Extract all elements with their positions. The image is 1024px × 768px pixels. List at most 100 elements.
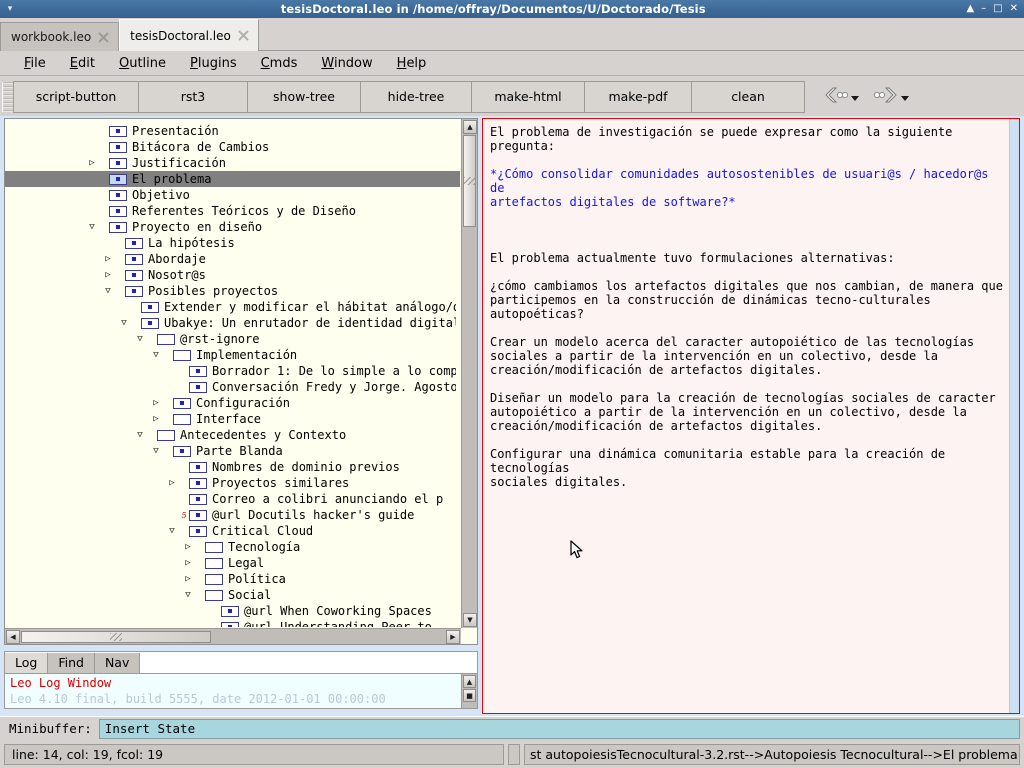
expand-arrow-icon[interactable]	[101, 270, 115, 280]
tree-node-row[interactable]: @url Understanding Peer to	[5, 619, 460, 627]
menu-edit[interactable]: Edit	[58, 54, 107, 73]
node-status-icon[interactable]	[205, 573, 223, 585]
expand-arrow-icon[interactable]	[181, 574, 195, 584]
menu-cmds[interactable]: Cmds	[249, 54, 310, 73]
log-vertical-scrollbar[interactable]: ▲ ■	[461, 674, 477, 708]
node-status-icon[interactable]	[221, 605, 239, 617]
close-icon[interactable]	[98, 31, 109, 43]
expand-arrow-icon[interactable]	[149, 414, 163, 424]
node-status-icon[interactable]	[125, 237, 143, 249]
tree-node-row[interactable]: Correo a colibri anunciando el p	[5, 491, 460, 507]
tree-node-row[interactable]: Proyecto en diseño	[5, 219, 460, 235]
scroll-left-button[interactable]: ◀	[6, 629, 20, 644]
collapse-arrow-icon[interactable]	[101, 286, 115, 296]
node-status-icon[interactable]	[109, 189, 127, 201]
clean-button[interactable]: clean	[692, 81, 804, 112]
node-status-icon[interactable]	[109, 157, 127, 169]
tree-node-row[interactable]: Tecnología	[5, 539, 460, 555]
collapse-arrow-icon[interactable]	[117, 318, 131, 328]
body-text-content[interactable]: El problema de investigación se puede ex…	[483, 119, 1009, 713]
tree-node-row[interactable]: Extender y modificar el hábitat análogo/…	[5, 299, 460, 315]
collapse-arrow-icon[interactable]	[85, 222, 99, 232]
tab-tesisdoctoral-leo[interactable]: tesisDoctoral.leo	[119, 19, 259, 51]
menu-file[interactable]: File	[12, 54, 58, 73]
node-status-icon[interactable]	[189, 381, 207, 393]
expand-arrow-icon[interactable]	[101, 254, 115, 264]
node-status-icon[interactable]	[157, 333, 175, 345]
node-status-icon[interactable]	[189, 525, 207, 537]
hide-tree-button[interactable]: hide-tree	[361, 81, 472, 112]
body-text-pane[interactable]: El problema de investigación se puede ex…	[482, 118, 1020, 714]
node-status-icon[interactable]	[189, 493, 207, 505]
tree-node-row[interactable]: Conversación Fredy y Jorge. Agosto	[5, 379, 460, 395]
node-status-icon[interactable]	[125, 285, 143, 297]
tree-node-row[interactable]: El problema	[5, 171, 460, 187]
toolbar-grip[interactable]	[2, 81, 13, 112]
scroll-down-button[interactable]: ▼	[463, 613, 477, 627]
tree-node-row[interactable]: Objetivo	[5, 187, 460, 203]
tree-node-row[interactable]: Social	[5, 587, 460, 603]
scroll-right-button[interactable]: ▶	[446, 629, 460, 644]
node-status-icon[interactable]	[109, 173, 127, 185]
tab-find[interactable]: Find	[48, 653, 95, 673]
tab-workbook-leo[interactable]: workbook.leo	[0, 22, 120, 51]
node-status-icon[interactable]	[157, 429, 175, 441]
tree-node-row[interactable]: Interface	[5, 411, 460, 427]
minimize-button[interactable]: –	[981, 0, 986, 18]
expand-arrow-icon[interactable]	[165, 478, 179, 488]
tree-node-row[interactable]: Bitácora de Cambios	[5, 139, 460, 155]
menu-plugins[interactable]: Plugins	[178, 54, 249, 73]
tree-node-row[interactable]: Critical Cloud	[5, 523, 460, 539]
node-status-icon[interactable]	[189, 477, 207, 489]
go-back-button[interactable]	[823, 86, 859, 108]
node-status-icon[interactable]	[173, 397, 191, 409]
node-status-icon[interactable]	[189, 461, 207, 473]
node-status-icon[interactable]	[205, 589, 223, 601]
node-status-icon[interactable]	[109, 125, 127, 137]
tree-node-row[interactable]: Parte Blanda	[5, 443, 460, 459]
node-status-icon[interactable]	[109, 221, 127, 233]
node-status-icon[interactable]	[109, 205, 127, 217]
chevron-down-icon[interactable]	[901, 96, 909, 101]
tree-node-row[interactable]: Ubakye: Un enrutador de identidad digita…	[5, 315, 460, 331]
tree-node-row[interactable]: Nosotr@s	[5, 267, 460, 283]
tree-node-row[interactable]: Legal	[5, 555, 460, 571]
tree-vertical-scrollbar[interactable]: ▲ ▼	[461, 119, 477, 628]
tree-node-row[interactable]: Referentes Teóricos y de Diseño	[5, 203, 460, 219]
tree-node-row[interactable]: Proyectos similares	[5, 475, 460, 491]
tree-node-row[interactable]: Presentación	[5, 123, 460, 139]
shade-button[interactable]: ▲	[966, 0, 974, 18]
tree-node-row[interactable]: Posibles proyectos	[5, 283, 460, 299]
collapse-arrow-icon[interactable]	[149, 350, 163, 360]
tree-node-row[interactable]: 5 @url Docutils hacker's guide	[5, 507, 460, 523]
node-status-icon[interactable]	[109, 141, 127, 153]
node-status-icon[interactable]	[189, 365, 207, 377]
tree-node-row[interactable]: @url When Coworking Spaces	[5, 603, 460, 619]
node-status-icon[interactable]	[221, 621, 239, 627]
close-icon[interactable]	[238, 30, 249, 41]
node-status-icon[interactable]	[189, 509, 207, 521]
show-tree-button[interactable]: show-tree	[248, 81, 361, 112]
chevron-down-icon[interactable]	[851, 96, 859, 101]
tree-node-row[interactable]: Configuración	[5, 395, 460, 411]
expand-arrow-icon[interactable]	[181, 558, 195, 568]
tree-node-row[interactable]: Política	[5, 571, 460, 587]
collapse-arrow-icon[interactable]	[181, 590, 195, 600]
node-status-icon[interactable]	[141, 301, 159, 313]
node-status-icon[interactable]	[173, 413, 191, 425]
collapse-arrow-icon[interactable]	[165, 526, 179, 536]
collapse-arrow-icon[interactable]	[149, 446, 163, 456]
scroll-up-button[interactable]: ▲	[463, 675, 476, 688]
scroll-down-button[interactable]: ■	[463, 689, 476, 702]
scroll-up-button[interactable]: ▲	[463, 120, 477, 134]
tab-nav[interactable]: Nav	[94, 653, 141, 673]
minibuffer-input[interactable]: Insert State	[98, 718, 1020, 739]
window-menu-icon[interactable]: ▾	[0, 0, 20, 18]
menu-window[interactable]: Window	[309, 54, 384, 73]
scrollbar-thumb[interactable]	[463, 135, 476, 227]
tree-node-row[interactable]: Justificación	[5, 155, 460, 171]
tree-node-row[interactable]: Implementación	[5, 347, 460, 363]
collapse-arrow-icon[interactable]	[133, 334, 147, 344]
menu-outline[interactable]: Outline	[107, 54, 178, 73]
tree-node-row[interactable]: Nombres de dominio previos	[5, 459, 460, 475]
